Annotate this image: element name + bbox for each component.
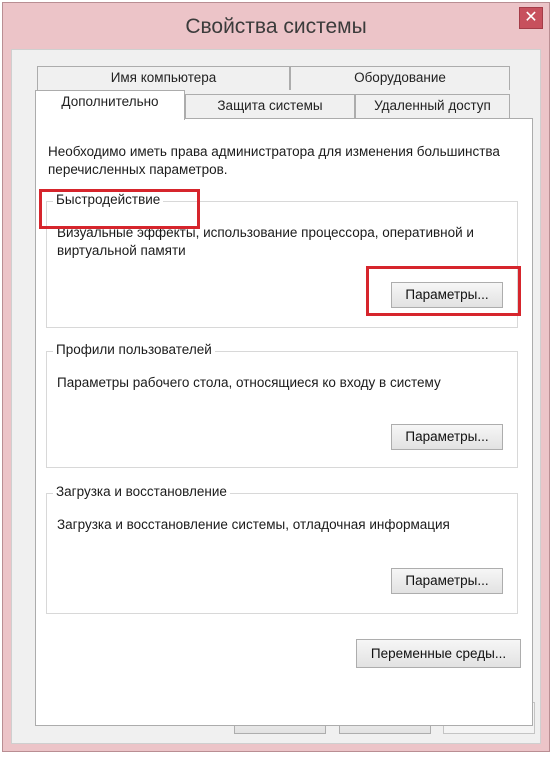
dialog-client-area: Имя компьютера Оборудование Дополнительн… [11,49,541,744]
tab-label: Дополнительно [61,94,159,109]
settings-button-highlight [366,266,521,316]
tab-label: Защита системы [217,98,323,113]
performance-description: Визуальные эффекты, использование процес… [57,225,474,258]
user-profiles-group: Профили пользователей Параметры рабочего… [46,342,518,468]
user-profiles-description: Параметры рабочего стола, относящиеся ко… [57,375,441,390]
performance-title-highlight [39,189,200,229]
title-bar[interactable]: Свойства системы ✕ [3,3,549,53]
window-title: Свойства системы [185,15,367,38]
admin-notice: Необходимо иметь права администратора дл… [48,144,500,177]
user-profiles-group-title: Профили пользователей [53,342,215,357]
startup-recovery-group: Загрузка и восстановление Загрузка и вос… [46,484,518,614]
tab-system-protection[interactable]: Защита системы [185,94,355,118]
startup-recovery-description: Загрузка и восстановление системы, отлад… [57,517,450,532]
tab-hardware[interactable]: Оборудование [290,66,510,90]
user-profiles-settings-button[interactable]: Параметры... [391,424,503,450]
startup-recovery-settings-button[interactable]: Параметры... [391,568,503,594]
close-button[interactable]: ✕ [519,7,543,29]
tab-label: Имя компьютера [110,70,217,85]
tab-advanced[interactable]: Дополнительно [35,90,185,120]
startup-recovery-group-title: Загрузка и восстановление [53,484,230,499]
tab-remote-access[interactable]: Удаленный доступ [355,94,510,118]
tab-computer-name[interactable]: Имя компьютера [37,66,290,90]
tab-label: Оборудование [354,70,446,85]
tab-label: Удаленный доступ [374,98,491,113]
system-properties-window: Свойства системы ✕ Имя компьютера Оборуд… [2,2,550,752]
environment-variables-button[interactable]: Переменные среды... [356,639,521,668]
close-icon: ✕ [524,9,538,26]
